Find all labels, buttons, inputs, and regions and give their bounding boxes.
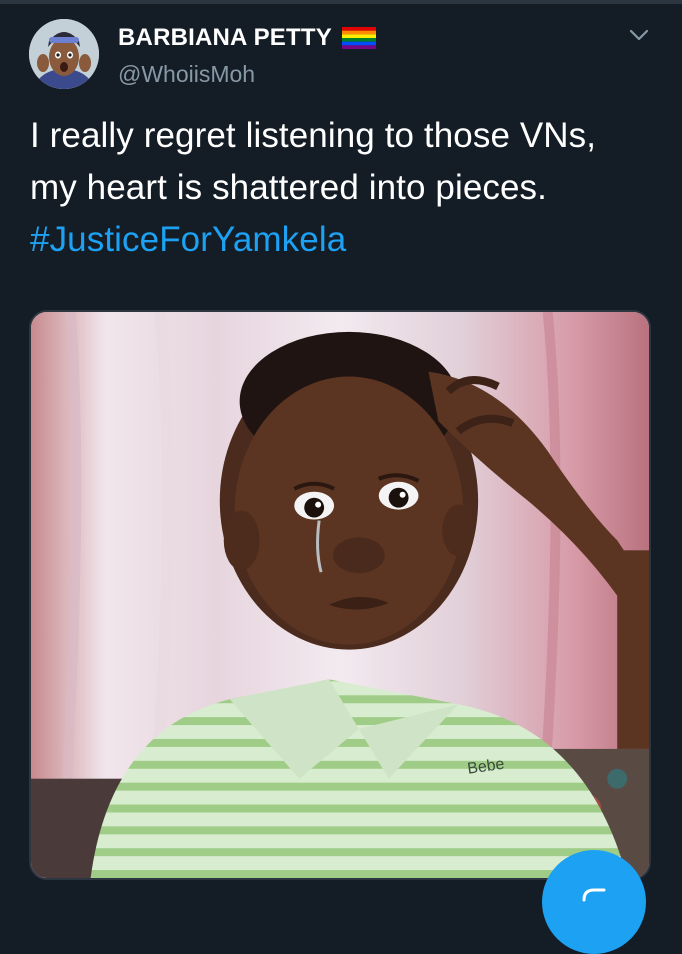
- tweet-body: I really regret listening to those VNs, …: [30, 116, 597, 207]
- display-name-row: BARBIANA PETTY: [118, 24, 376, 52]
- rainbow-flag-icon: [341, 27, 376, 49]
- avatar[interactable]: [29, 19, 99, 89]
- avatar-image: [29, 19, 99, 89]
- tweet-card: BARBIANA PETTY @WhoiisMoh I really regre…: [0, 0, 682, 954]
- compose-icon: [582, 888, 606, 902]
- media-photo: Bebe: [31, 312, 649, 878]
- hashtag-link[interactable]: #JusticeForYamkela: [30, 220, 346, 259]
- tweet-text: I really regret listening to those VNs, …: [30, 110, 650, 266]
- compose-button[interactable]: [542, 850, 646, 954]
- display-name[interactable]: BARBIANA PETTY: [118, 24, 332, 52]
- chevron-down-icon[interactable]: [628, 24, 650, 46]
- user-handle[interactable]: @WhoiisMoh: [118, 60, 255, 88]
- tweet-media-photo[interactable]: Bebe: [29, 310, 651, 880]
